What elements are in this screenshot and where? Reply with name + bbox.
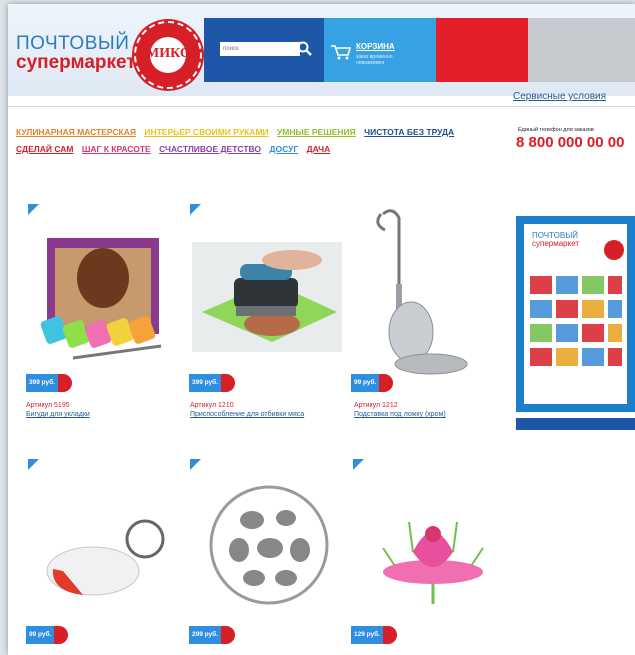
- article-number: Артикул 1210: [190, 402, 234, 409]
- meat-tenderizer-image[interactable]: [192, 242, 342, 352]
- price-value: 399 руб.: [26, 374, 58, 392]
- page: ПОЧТОВЫЙ супермаркет МИКС КОРЗИНА заказ …: [8, 4, 635, 655]
- price-tag: 399 руб.: [189, 374, 235, 392]
- grey-banner: [528, 18, 635, 82]
- cart-icon: [331, 45, 352, 60]
- corner-marker: [190, 204, 201, 215]
- cart-link[interactable]: КОРЗИНА: [356, 42, 395, 51]
- nav-interior[interactable]: ИНТЕРЬЕР СВОИМИ РУКАМИ: [144, 127, 268, 137]
- laundry-ball-image[interactable]: [204, 480, 334, 610]
- price-value: 99 руб.: [351, 374, 380, 392]
- mix-seal-logo: МИКС: [134, 21, 202, 89]
- nav-smart[interactable]: УМНЫЕ РЕШЕНИЯ: [277, 127, 356, 137]
- price-tag: 99 руб.: [26, 626, 69, 644]
- search-icon[interactable]: [296, 40, 314, 58]
- seal-word: МИКС: [145, 46, 191, 61]
- red-banner: [436, 18, 528, 82]
- price-tag: 129 руб.: [351, 626, 397, 644]
- product-link[interactable]: Приспособление для отбивки мяса: [190, 411, 304, 418]
- nav-leisure[interactable]: ДОСУГ: [269, 144, 298, 154]
- price-value: 129 руб.: [351, 626, 383, 644]
- price-value: 399 руб.: [189, 374, 221, 392]
- category-nav: КУЛИНАРНАЯ МАСТЕРСКАЯ ИНТЕРЬЕР СВОИМИ РУ…: [16, 124, 506, 158]
- nav-beauty[interactable]: ШАГ К КРАСОТЕ: [82, 144, 151, 154]
- article-number: Артикул 5195: [26, 402, 70, 409]
- corner-marker: [353, 459, 364, 470]
- logo-line2: супермаркет: [16, 52, 136, 73]
- phone-number: 8 800 000 00 00: [516, 134, 625, 151]
- search-input[interactable]: [220, 42, 300, 56]
- nav-dacha[interactable]: ДАЧА: [307, 144, 331, 154]
- price-tag: 299 руб.: [189, 626, 235, 644]
- logo[interactable]: ПОЧТОВЫЙ супермаркет: [16, 34, 136, 72]
- phone-caption: Единый телефон для заказов: [518, 127, 594, 133]
- price-value: 299 руб.: [189, 626, 221, 644]
- catalog-title: ПОЧТОВЫЙ супермаркет: [532, 231, 580, 248]
- article-number: Артикул 1212: [354, 402, 398, 409]
- logo-line1: ПОЧТОВЫЙ: [16, 33, 130, 54]
- corner-marker: [190, 459, 201, 470]
- price-value: 99 руб.: [26, 626, 55, 644]
- spoon-rest-image[interactable]: [353, 204, 503, 379]
- site-header: ПОЧТОВЫЙ супермаркет МИКС КОРЗИНА заказ …: [8, 4, 635, 96]
- nav-diy[interactable]: СДЕЛАЙ САМ: [16, 144, 73, 154]
- catalog-strip: [516, 418, 635, 430]
- nav-cleaning[interactable]: ЧИСТОТА БЕЗ ТРУДА: [364, 127, 454, 137]
- product-link[interactable]: Бигуди для укладки: [26, 411, 90, 418]
- hair-curlers-image[interactable]: [33, 218, 183, 368]
- cart-status: заказ временно невозможен: [356, 54, 393, 66]
- keychain-image[interactable]: [33, 509, 183, 609]
- product-link[interactable]: Подставка под ложку (хром): [354, 411, 446, 418]
- price-tag: 399 руб.: [26, 374, 72, 392]
- corner-marker: [28, 459, 39, 470]
- header-divider: [8, 106, 635, 107]
- corner-marker: [28, 204, 39, 215]
- lotus-candle-image[interactable]: [373, 492, 493, 612]
- nav-childhood[interactable]: СЧАСТЛИВОЕ ДЕТСТВО: [159, 144, 261, 154]
- price-tag: 99 руб.: [351, 374, 394, 392]
- service-terms-link[interactable]: Сервисные условия: [513, 91, 606, 102]
- nav-culinary[interactable]: КУЛИНАРНАЯ МАСТЕРСКАЯ: [16, 127, 136, 137]
